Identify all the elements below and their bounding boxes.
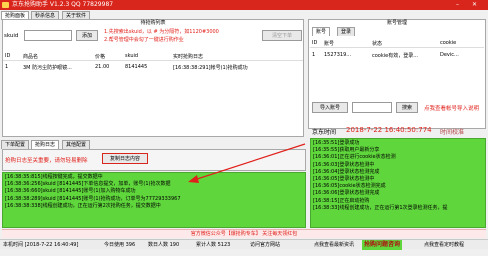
total-count: 累计人数 5123 xyxy=(196,242,231,248)
promo-banner: 官方微信公众号【爆抢购专车】 关注每天领红包 xyxy=(2,229,486,238)
annotation-arrow-icon xyxy=(188,143,306,183)
col-id: ID xyxy=(5,53,11,59)
local-time: 本机时间 [2018-7-22 16:40:49] xyxy=(3,242,79,248)
account-search-input[interactable] xyxy=(352,102,392,113)
tab-login[interactable]: 登录 xyxy=(337,27,356,36)
status-bar: 本机时间 [2018-7-22 16:40:49] 今日使用 396 数日人数 … xyxy=(0,239,488,250)
visitor-count: 数日人数 190 xyxy=(148,242,180,248)
col-name: 商品名 xyxy=(23,54,39,60)
time-sync-link[interactable]: 时间校准 xyxy=(440,127,464,136)
log-line: [16:38:15]正在启动抢购 xyxy=(313,197,370,204)
col-skuid: skuid xyxy=(125,53,139,59)
hint-line-2: 2.帮号管理中会勾了一键进行购作业 xyxy=(104,37,184,43)
log-line: [16:38:33]线程创建成功，正在运行第1次登录检测任务，提 xyxy=(313,204,448,211)
log-line: [16:38:38:289]skuid [8141445]账号(1)抢购成功，订… xyxy=(5,195,181,202)
promo-text: 官方微信公众号【爆抢购专车】 关注每天领红包 xyxy=(190,231,298,237)
jd-time-label: 京东时间 xyxy=(312,129,337,136)
log-line: [16:36:03]登录状态检测中 xyxy=(313,161,375,168)
minimize-button[interactable]: – xyxy=(452,1,463,9)
timer-tutorial-link[interactable]: 点我查看定时教程 xyxy=(424,240,464,250)
import-help-link[interactable]: 点我查看帐号导入说明 xyxy=(424,104,479,112)
account-table-header: ID 账号 状态 cookie xyxy=(310,40,484,48)
skuid-input[interactable] xyxy=(24,30,72,41)
jd-time-value: 2018-7-22 16:40:50:774 xyxy=(346,126,432,134)
col-price: 价格 xyxy=(95,54,106,60)
title-bar: 京东抢购助手 V1.2.3 QQ 77829987 – ✕ xyxy=(0,0,488,10)
import-accounts-button[interactable]: 导入账号 xyxy=(312,102,348,113)
log-line: [16:38:38:338]线程创建成功，正在运行第2次抢购任务，提交数据中 xyxy=(5,202,161,209)
copy-log-button[interactable]: 复制日志内容 xyxy=(102,153,148,164)
table-row[interactable]: 1 1527319... cookie有效，登录... Devic... xyxy=(310,52,484,60)
log-line: [16:36:01]正在进行cookie状态检测 xyxy=(313,154,396,161)
tab-order-config[interactable]: 下单配置 xyxy=(1,140,30,149)
latest-news-link[interactable]: 点我查看最新资讯 xyxy=(314,240,354,250)
search-button[interactable]: 搜索 xyxy=(396,102,418,113)
log-warning-text: 抢购日志至关重要，请勿轻易删除 xyxy=(5,158,88,164)
account-log: [16:35:51]登录成功 [16:35:55]获取用户最新分享 [16:36… xyxy=(310,138,486,228)
tab-other-config[interactable]: 其他配置 xyxy=(62,140,91,149)
hint-line-1: 1.先搜索出skuid，以 # 为分隔符，如1120#3000 xyxy=(104,29,219,35)
add-button[interactable]: 添加 xyxy=(76,30,98,41)
tab-purchase-log[interactable]: 抢购日志 xyxy=(31,140,60,149)
skuid-label: skuid xyxy=(4,33,19,39)
visit-website-link[interactable]: 访问官方网站 xyxy=(250,240,280,250)
consult-link[interactable]: 抢购问题咨询 xyxy=(362,240,403,250)
col-log: 实时抢购日志 xyxy=(173,54,204,60)
product-table-header: ID 商品名 价格 skuid 实时抢购日志 xyxy=(3,53,303,61)
log-line: [16:36:06]登录状态检测完成 xyxy=(313,190,380,197)
window-title: 京东抢购助手 V1.2.3 QQ 77829987 xyxy=(12,1,114,8)
tab-accounts[interactable]: 账号 xyxy=(312,27,331,36)
product-panel-header: 待抢购列表 xyxy=(140,20,166,26)
app-icon xyxy=(2,2,9,8)
log-line: [16:36:04]登录状态检测完成 xyxy=(313,168,380,175)
account-panel-header: 账号管理 xyxy=(386,20,407,26)
clear-orders-button[interactable]: 清空下单 xyxy=(262,30,302,41)
close-button[interactable]: ✕ xyxy=(469,1,480,9)
table-row[interactable]: 1 3M 防污尘防护眼镜... 21.00 8141445 [16:38:38:… xyxy=(3,64,303,72)
today-usage: 今日使用 396 xyxy=(104,242,136,248)
